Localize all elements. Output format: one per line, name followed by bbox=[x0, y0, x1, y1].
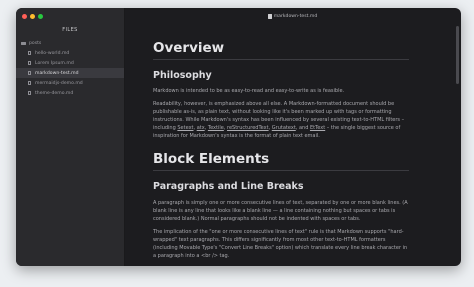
file-label: Lorem Ipsum.md bbox=[35, 60, 74, 66]
minimize-window-button[interactable] bbox=[30, 14, 35, 19]
link-restructuredtext[interactable]: reStructuredText bbox=[227, 125, 269, 131]
file-sidebar: FILES posts hello-world.md Lorem Ipsum.md m… bbox=[16, 8, 125, 266]
file-item[interactable]: mermaidjs-demo.md bbox=[16, 78, 124, 88]
paragraph: A paragraph is simply one or more consec… bbox=[153, 199, 408, 222]
file-tree: posts hello-world.md Lorem Ipsum.md markdow… bbox=[16, 38, 124, 98]
heading-overview: Overview bbox=[153, 40, 409, 60]
editor-content[interactable]: Overview Philosophy Markdown is intended… bbox=[124, 24, 461, 266]
title-bar: markdown-test.md bbox=[124, 8, 461, 24]
file-icon bbox=[27, 50, 32, 56]
paragraph: The implication of the "one or more cons… bbox=[153, 228, 408, 259]
file-item[interactable]: theme-demo.md bbox=[16, 88, 124, 98]
window-controls bbox=[22, 14, 43, 19]
file-item[interactable]: markdown-test.md bbox=[16, 68, 124, 78]
window-title: markdown-test.md bbox=[273, 13, 318, 19]
file-icon bbox=[27, 60, 32, 66]
close-window-button[interactable] bbox=[22, 14, 27, 19]
folder-icon bbox=[21, 41, 26, 46]
zoom-window-button[interactable] bbox=[38, 14, 43, 19]
link-textile[interactable]: Textile bbox=[208, 125, 224, 131]
link-atx[interactable]: atx bbox=[197, 125, 205, 131]
file-icon bbox=[27, 70, 32, 76]
file-item[interactable]: hello-world.md bbox=[16, 48, 124, 58]
document-icon bbox=[267, 13, 272, 19]
folder-item[interactable]: posts bbox=[16, 38, 124, 48]
file-item[interactable]: Lorem Ipsum.md bbox=[16, 58, 124, 68]
file-label: hello-world.md bbox=[35, 50, 70, 56]
sidebar-title: FILES bbox=[62, 27, 78, 33]
file-label: mermaidjs-demo.md bbox=[35, 80, 83, 86]
file-label: markdown-test.md bbox=[35, 70, 79, 76]
link-setext[interactable]: Setext bbox=[177, 125, 193, 131]
heading-philosophy: Philosophy bbox=[153, 69, 212, 81]
scrollbar-thumb[interactable] bbox=[456, 26, 459, 84]
link-ettext[interactable]: EtText bbox=[310, 125, 325, 131]
file-icon bbox=[27, 80, 32, 86]
file-label: posts bbox=[29, 40, 42, 46]
file-label: theme-demo.md bbox=[35, 90, 74, 96]
file-icon bbox=[27, 90, 32, 96]
app-window: FILES posts hello-world.md Lorem Ipsum.md m… bbox=[16, 8, 461, 266]
paragraph-with-links: Readability, however, is emphasized abov… bbox=[153, 101, 405, 140]
paragraph: Markdown is intended to be as easy-to-re… bbox=[153, 88, 345, 95]
link-grutatext[interactable]: Grutatext bbox=[272, 125, 296, 131]
heading-paragraphs: Paragraphs and Line Breaks bbox=[153, 180, 304, 192]
heading-block-elements: Block Elements bbox=[153, 152, 409, 171]
